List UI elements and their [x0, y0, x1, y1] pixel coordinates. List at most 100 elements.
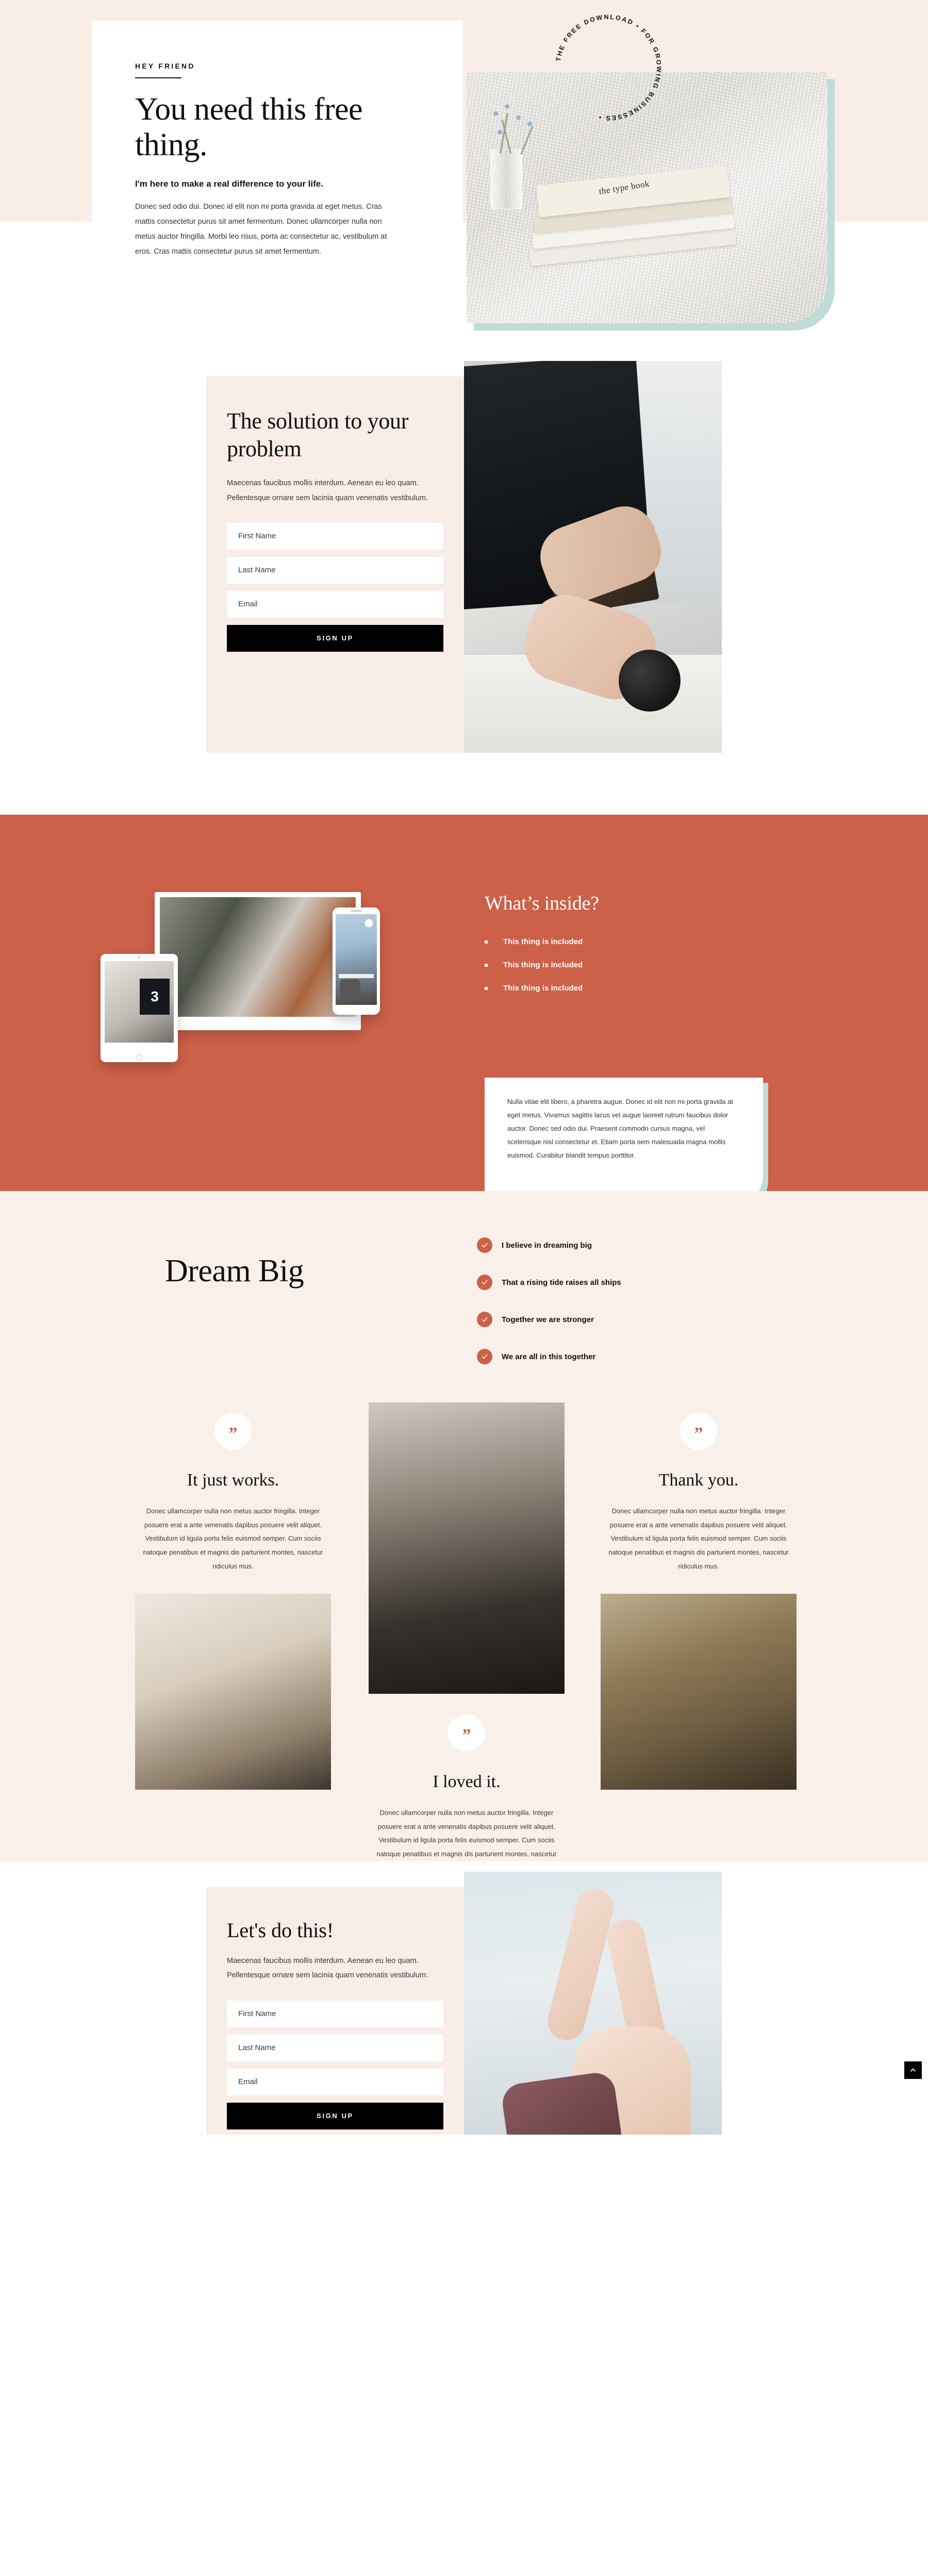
beliefs-list: I believe in dreaming big That a rising … — [477, 1237, 786, 1386]
signup-button[interactable]: SIGN UP — [227, 2102, 443, 2129]
chair-shape — [340, 979, 360, 998]
vase-shape — [490, 150, 522, 209]
laptop-mockup — [155, 892, 361, 1030]
testimonial-title: Thank you. — [658, 1471, 739, 1490]
check-circle-icon — [477, 1275, 492, 1290]
book-cover-title: the type book — [598, 178, 651, 196]
tablet-mockup: 3 — [101, 954, 178, 1062]
whats-inside-copy: What’s inside? This thing is included Th… — [485, 892, 773, 1007]
circular-badge-text: THE FREE DOWNLOAD • FOR GROWING BUSINESS… — [555, 13, 661, 122]
list-item-label: This thing is included — [503, 984, 583, 993]
tablet-screen-number: 3 — [140, 979, 170, 1015]
quote-mark-bubble: ” — [680, 1413, 717, 1450]
solution-photo-hands — [464, 361, 722, 753]
hero-body-text: Donec sed odio dui. Donec id elit non mi… — [135, 202, 387, 256]
flower-bloom — [516, 115, 521, 120]
square-bullet-icon — [485, 987, 488, 990]
testimonial-left: ” It just works. Donec ullamcorper nulla… — [135, 1413, 331, 1790]
flower-bloom — [505, 104, 509, 109]
solution-heading: The solution to your problem — [227, 408, 409, 461]
belief-label: That a rising tide raises all ships — [502, 1278, 621, 1287]
final-subtext: Maecenas faucibus mollis interdum. Aenea… — [227, 1957, 428, 1980]
laptop-screen-image — [160, 897, 356, 1017]
book-stack: the type book — [523, 164, 751, 305]
inside-quote-card: Nulla vitae elit libero, a pharetra augu… — [485, 1078, 768, 1212]
list-item: Together we are stronger — [477, 1312, 786, 1327]
phone-mockup — [333, 907, 380, 1015]
email-input[interactable] — [227, 2068, 443, 2095]
quote-icon: ” — [694, 1424, 703, 1443]
last-name-input[interactable] — [227, 2034, 443, 2061]
testimonial-title: It just works. — [187, 1471, 279, 1490]
phone-speaker-icon — [351, 910, 362, 912]
final-copy: Let's do this! Maecenas faucibus mollis … — [227, 1918, 449, 2129]
list-item: This thing is included — [485, 961, 773, 969]
hero-eyebrow: HEY FRIEND — [135, 62, 195, 70]
device-mockups: 3 — [101, 892, 443, 1109]
solution-subtext: Maecenas faucibus mollis interdum. Aenea… — [227, 479, 428, 502]
tablet-home-button — [136, 1054, 142, 1061]
quote-mark-bubble: ” — [214, 1413, 252, 1450]
first-name-input[interactable] — [227, 2000, 443, 2027]
landing-page: HEY FRIEND You need this free thing. I'm… — [0, 0, 928, 2135]
quote-icon: ” — [228, 1424, 238, 1443]
belief-label: I believe in dreaming big — [502, 1241, 592, 1250]
arm-shape — [543, 1885, 618, 2044]
flower-bloom — [527, 122, 532, 126]
testimonial-middle: ” I loved it. Donec ullamcorper nulla no… — [369, 1402, 565, 1875]
testimonial-photo — [601, 1594, 797, 1790]
hero-copy: HEY FRIEND You need this free thing. I'm… — [135, 62, 403, 259]
testimonial-photo — [369, 1402, 565, 1694]
solution-section: The solution to your problem Maecenas fa… — [0, 361, 928, 815]
svg-text:THE FREE DOWNLOAD • FOR GROWIN: THE FREE DOWNLOAD • FOR GROWING BUSINESS… — [555, 13, 662, 122]
coffee-cup-shape — [619, 650, 681, 712]
testimonials-grid: ” It just works. Donec ullamcorper nulla… — [0, 1402, 928, 1872]
final-signup-form[interactable]: SIGN UP — [227, 2000, 443, 2129]
check-circle-icon — [477, 1349, 492, 1364]
chevron-up-icon — [910, 2068, 916, 2072]
final-cta-section: Let's do this! Maecenas faucibus mollis … — [0, 1861, 928, 2135]
testimonial-body: Donec ullamcorper nulla non metus auctor… — [608, 1507, 789, 1570]
phone-screen-image — [336, 914, 377, 1005]
list-item-label: This thing is included — [503, 961, 583, 969]
list-item: I believe in dreaming big — [477, 1237, 786, 1253]
circular-badge: THE FREE DOWNLOAD • FOR GROWING BUSINESS… — [544, 3, 673, 132]
last-name-input[interactable] — [227, 556, 443, 584]
tablet-screen-image: 3 — [105, 961, 174, 1043]
list-item-label: This thing is included — [503, 937, 583, 946]
check-circle-icon — [477, 1237, 492, 1253]
testimonial-right: ” Thank you. Donec ullamcorper nulla non… — [601, 1413, 797, 1790]
quote-icon: ” — [462, 1726, 471, 1745]
wall-clock-shape — [364, 919, 373, 928]
first-name-input[interactable] — [227, 522, 443, 550]
quote-card-text: Nulla vitae elit libero, a pharetra augu… — [507, 1098, 733, 1159]
list-item: This thing is included — [485, 937, 773, 946]
final-heading: Let's do this! — [227, 1919, 334, 1942]
desk-shape — [339, 974, 374, 978]
flower-bloom — [498, 130, 502, 135]
dream-big-section: Dream Big I believe in dreaming big That… — [0, 1191, 928, 1872]
quote-card-body: Nulla vitae elit libero, a pharetra augu… — [485, 1078, 763, 1207]
list-item: This thing is included — [485, 984, 773, 993]
final-photo-celebrate — [464, 1872, 722, 2135]
flower-bloom — [493, 111, 498, 116]
shirt-shape — [500, 2070, 624, 2135]
testimonial-photo — [135, 1594, 331, 1790]
whats-inside-heading: What’s inside? — [485, 893, 599, 914]
solution-signup-form[interactable]: SIGN UP — [227, 522, 443, 652]
solution-copy: The solution to your problem Maecenas fa… — [227, 407, 449, 652]
list-item: That a rising tide raises all ships — [477, 1275, 786, 1290]
hero-section: HEY FRIEND You need this free thing. I'm… — [0, 0, 928, 361]
email-input[interactable] — [227, 590, 443, 618]
belief-label: Together we are stronger — [502, 1315, 594, 1324]
quote-mark-bubble: ” — [448, 1714, 485, 1752]
scroll-to-top-button[interactable] — [904, 2061, 922, 2079]
whats-inside-list: This thing is included This thing is inc… — [485, 937, 773, 993]
signup-button[interactable]: SIGN UP — [227, 624, 443, 652]
hero-heading: You need this free thing. — [135, 92, 363, 163]
dream-big-heading: Dream Big — [165, 1253, 304, 1289]
list-item: We are all in this together — [477, 1349, 786, 1364]
dream-big-row: Dream Big I believe in dreaming big That… — [0, 1191, 928, 1413]
square-bullet-icon — [485, 964, 488, 967]
tablet-camera-icon — [138, 956, 140, 959]
